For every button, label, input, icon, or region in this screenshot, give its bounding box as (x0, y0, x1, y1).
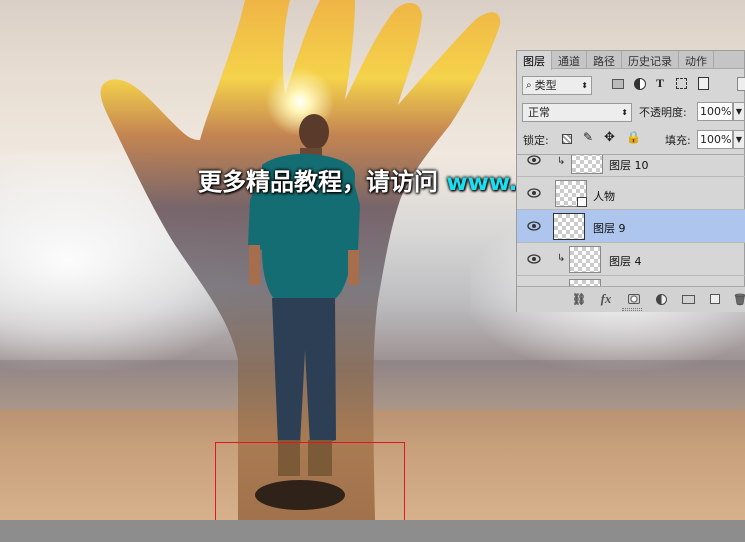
smart-object-icon (577, 197, 587, 207)
layer-name[interactable]: 图层 4 (609, 253, 642, 269)
chevron-down-icon: ▼ (735, 135, 743, 144)
layer-name[interactable]: 图层 9 (593, 220, 626, 236)
eye-visibility-icon[interactable] (527, 154, 541, 166)
layer-row[interactable]: ↳ 图层 4 (517, 242, 745, 275)
layer-filter-select[interactable]: ⌕ 类型 ⬍ (522, 75, 592, 95)
adjustment-icon[interactable] (654, 292, 668, 306)
smart-filter-icon[interactable] (698, 77, 709, 90)
fill-input[interactable]: 100% (697, 130, 733, 149)
blend-mode-select[interactable]: 正常 ⬍ (522, 102, 632, 122)
filter-toggle-icon[interactable] (737, 77, 745, 91)
chevron-down-icon: ▼ (735, 107, 743, 116)
lock-row: 锁定: ✎ ✥ 🔒 填充: 100% ▼ (517, 129, 745, 151)
pixel-filter-icon[interactable] (612, 79, 624, 89)
layer-name[interactable]: 人物 (593, 188, 615, 204)
search-icon: ⌕ (526, 79, 532, 91)
layers-list[interactable]: ↳ 图层 10 人物 图层 9 ↳ 图层 4 (517, 154, 745, 286)
filter-row: ⌕ 类型 ⬍ T (517, 74, 745, 96)
selection-marquee[interactable] (215, 442, 405, 520)
layer-name[interactable]: 图层 10 (609, 157, 649, 173)
type-filter-icon[interactable]: T (656, 76, 664, 91)
layer-row[interactable]: ↳ 图层 10 (517, 154, 745, 176)
lock-all-icon[interactable]: 🔒 (626, 130, 641, 144)
layer-row[interactable] (517, 275, 745, 286)
link-icon[interactable]: ⛓ (572, 292, 586, 306)
blend-row: 正常 ⬍ 不透明度: 100% ▼ (517, 101, 745, 123)
fx-icon[interactable]: fx (599, 291, 613, 306)
eye-visibility-icon[interactable] (527, 220, 541, 232)
chevron-updown-icon: ⬍ (621, 107, 628, 117)
lock-brush-icon[interactable]: ✎ (583, 130, 593, 144)
opacity-input[interactable]: 100% (697, 102, 733, 121)
watermark-label: 更多精品教程，请访问 (198, 168, 447, 196)
lock-label: 锁定: (523, 134, 549, 147)
layers-panel[interactable]: 图层 通道 路径 历史记录 动作 ⌕ 类型 ⬍ T 正常 ⬍ 不透明度: 100… (516, 50, 745, 312)
mask-icon[interactable] (627, 292, 641, 306)
eye-visibility-icon[interactable] (527, 187, 541, 199)
resize-grip[interactable] (622, 308, 642, 311)
fill-value: 100% (700, 133, 732, 146)
lock-move-icon[interactable]: ✥ (604, 130, 615, 145)
folder-icon[interactable] (681, 292, 695, 306)
eye-visibility-icon[interactable] (527, 253, 541, 265)
opacity-label: 不透明度: (639, 106, 687, 119)
blend-mode-label: 正常 (528, 106, 550, 119)
tab-paths[interactable]: 路径 (587, 51, 622, 68)
layer-thumbnail (571, 155, 603, 174)
new-layer-icon[interactable] (708, 292, 722, 306)
clipping-arrow-icon: ↳ (557, 253, 566, 264)
trash-icon[interactable]: 🗑 (733, 292, 745, 306)
tab-actions[interactable]: 动作 (679, 51, 714, 68)
panel-tabs: 图层 通道 路径 历史记录 动作 (517, 51, 744, 70)
layer-thumbnail (569, 246, 601, 273)
adjustment-filter-icon[interactable] (634, 78, 646, 90)
clipping-arrow-icon: ↳ (557, 156, 566, 167)
opacity-dropdown-button[interactable]: ▼ (733, 102, 745, 121)
shape-filter-icon[interactable] (676, 78, 687, 89)
chevron-updown-icon: ⬍ (581, 80, 588, 90)
layer-thumbnail (569, 279, 601, 286)
tab-channels[interactable]: 通道 (552, 51, 587, 68)
layer-thumbnail (553, 213, 585, 240)
filter-kind-label: 类型 (534, 79, 557, 92)
fill-label: 填充: (665, 134, 691, 147)
opacity-value: 100% (700, 105, 732, 118)
canvas-pasteboard (0, 520, 745, 542)
layer-row[interactable]: 人物 (517, 176, 745, 209)
layer-row-selected[interactable]: 图层 9 (517, 209, 745, 242)
tab-history[interactable]: 历史记录 (622, 51, 679, 68)
lock-transparent-icon[interactable] (562, 134, 572, 144)
tab-layers[interactable]: 图层 (517, 51, 552, 70)
fill-dropdown-button[interactable]: ▼ (733, 130, 745, 149)
